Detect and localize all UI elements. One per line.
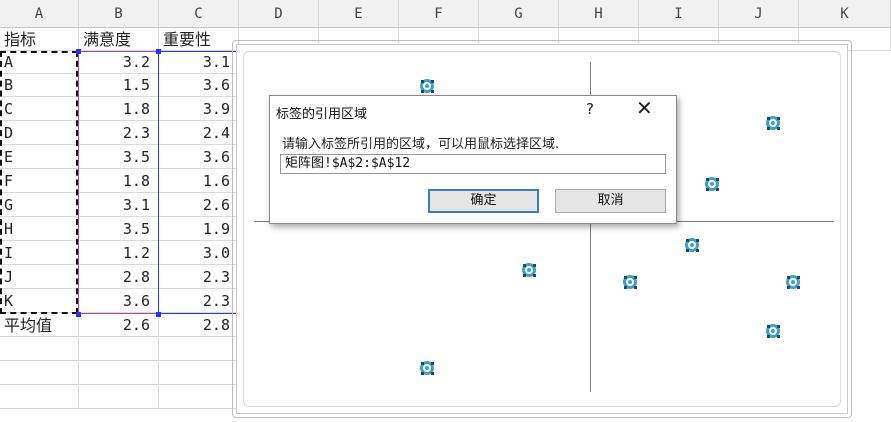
point-handle[interactable] — [776, 127, 780, 131]
point-handle[interactable] — [624, 276, 628, 279]
column-header-f[interactable]: F — [399, 0, 479, 28]
point-handle[interactable] — [695, 249, 699, 253]
point-handle[interactable] — [787, 286, 791, 289]
point-handle[interactable] — [766, 117, 770, 121]
empty-cell[interactable] — [159, 338, 239, 361]
column-header-g[interactable]: G — [479, 0, 559, 28]
ok-button[interactable]: 确定 — [428, 189, 539, 213]
point-handle[interactable] — [797, 286, 801, 289]
scatter-point[interactable] — [623, 275, 638, 289]
cell-average-satisfaction[interactable]: 2.6 — [79, 314, 159, 337]
column-header-c[interactable]: C — [159, 0, 239, 28]
cell-header-satisfaction[interactable]: 满意度 — [79, 28, 159, 51]
point-handle[interactable] — [685, 239, 689, 243]
scatter-point[interactable] — [419, 360, 434, 375]
scatter-point[interactable] — [765, 116, 780, 131]
point-handle[interactable] — [532, 273, 536, 277]
point-handle[interactable] — [685, 249, 689, 253]
column-header-b[interactable]: B — [79, 0, 159, 28]
column-header-k[interactable]: K — [799, 0, 891, 28]
empty-cell[interactable] — [79, 362, 159, 385]
point-handle[interactable] — [705, 188, 709, 192]
point-handle[interactable] — [624, 286, 628, 289]
scatter-point[interactable] — [684, 238, 699, 253]
point-handle[interactable] — [420, 80, 424, 84]
range-handle[interactable] — [76, 312, 81, 317]
cell-header-indicator[interactable]: 指标 — [0, 28, 79, 51]
range-handle[interactable] — [156, 312, 161, 317]
scatter-point[interactable] — [786, 275, 801, 289]
point-handle[interactable] — [420, 371, 424, 375]
point-handle[interactable] — [430, 90, 434, 94]
point-handle[interactable] — [430, 371, 434, 375]
empty-cell[interactable] — [0, 338, 79, 361]
column-header-i[interactable]: I — [639, 0, 719, 28]
point-handle[interactable] — [787, 276, 791, 279]
empty-cell[interactable] — [79, 338, 159, 361]
point-handle[interactable] — [766, 127, 770, 131]
point-handle[interactable] — [705, 178, 709, 182]
empty-cell[interactable] — [159, 386, 239, 409]
point-handle[interactable] — [797, 276, 801, 279]
column-header-d[interactable]: D — [239, 0, 319, 28]
label-range-selection — [0, 51, 78, 314]
point-handle[interactable] — [532, 263, 536, 267]
column-header-e[interactable]: E — [319, 0, 399, 28]
point-handle[interactable] — [695, 239, 699, 243]
label-range-dialog: 标签的引用区域 ? ✕ 请输入标签所引用的区域，可以用鼠标选择区域. 矩阵图!$… — [269, 95, 677, 224]
point-handle[interactable] — [430, 361, 434, 365]
point-handle[interactable] — [430, 80, 434, 84]
point-handle[interactable] — [776, 117, 780, 121]
cell-header-importance[interactable]: 重要性 — [159, 28, 239, 51]
scatter-point[interactable] — [419, 79, 434, 94]
cell-average-importance[interactable]: 2.8 — [159, 314, 239, 337]
point-handle[interactable] — [776, 334, 780, 338]
column-header-j[interactable]: J — [719, 0, 799, 28]
point-handle[interactable] — [766, 324, 770, 328]
empty-cell[interactable] — [0, 386, 79, 409]
scatter-point[interactable] — [521, 262, 536, 277]
help-icon[interactable]: ? — [586, 100, 594, 118]
cell-average-label[interactable]: 平均值 — [0, 314, 79, 337]
range-handle[interactable] — [76, 49, 81, 54]
dialog-title: 标签的引用区域 — [276, 107, 368, 122]
cancel-button[interactable]: 取消 — [555, 189, 666, 213]
dialog-prompt: 请输入标签所引用的区域，可以用鼠标选择区域. — [282, 137, 560, 152]
x-range-highlight — [78, 51, 159, 314]
range-input[interactable]: 矩阵图!$A$2:$A$12 — [280, 154, 666, 174]
empty-cell[interactable] — [79, 386, 159, 409]
point-handle[interactable] — [776, 324, 780, 328]
point-handle[interactable] — [522, 273, 526, 277]
empty-cell[interactable] — [159, 362, 239, 385]
point-handle[interactable] — [715, 188, 719, 192]
y-range-highlight — [158, 51, 239, 314]
point-handle[interactable] — [420, 90, 424, 94]
point-handle[interactable] — [522, 263, 526, 267]
point-handle[interactable] — [766, 334, 770, 338]
column-header-h[interactable]: H — [559, 0, 639, 28]
close-icon[interactable]: ✕ — [636, 96, 653, 120]
point-handle[interactable] — [715, 178, 719, 182]
column-header-a[interactable]: A — [0, 0, 79, 28]
point-handle[interactable] — [634, 276, 638, 279]
empty-cell[interactable] — [0, 362, 79, 385]
range-handle[interactable] — [156, 49, 161, 54]
point-handle[interactable] — [634, 286, 638, 289]
scatter-point[interactable] — [765, 323, 780, 338]
scatter-point[interactable] — [704, 177, 719, 192]
point-handle[interactable] — [420, 361, 424, 365]
